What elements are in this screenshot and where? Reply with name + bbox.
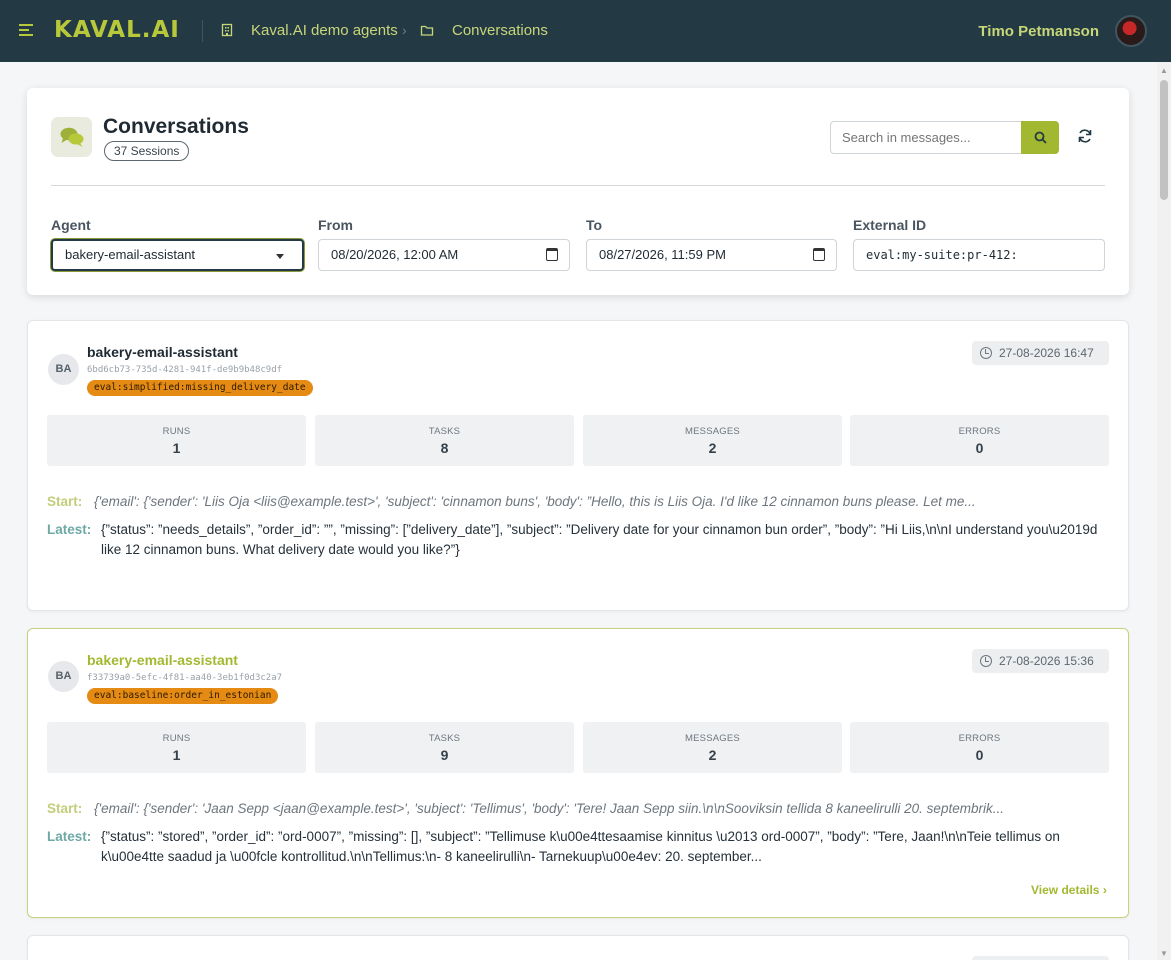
stat-label: TASKS xyxy=(428,426,461,437)
stat-value: 0 xyxy=(975,747,984,763)
stat-label: ERRORS xyxy=(958,733,1001,744)
stat-runs: RUNS 1 xyxy=(47,415,306,466)
from-label: From xyxy=(318,217,353,233)
session-card[interactable] xyxy=(27,935,1129,960)
header-divider xyxy=(51,185,1105,186)
timestamp-text: 27-08-2026 15:36 xyxy=(999,654,1094,668)
brand-logo[interactable]: KAVAL.AI xyxy=(54,17,180,43)
start-message: {'email': {'sender': 'Jaan Sepp <jaan@ex… xyxy=(94,801,1004,816)
stat-value: 9 xyxy=(440,747,449,763)
menu-icon[interactable] xyxy=(19,24,33,38)
to-date-input[interactable]: 08/27/2026, 11:59 PM xyxy=(586,239,837,271)
stat-tasks: TASKS 8 xyxy=(315,415,574,466)
stat-messages: MESSAGES 2 xyxy=(583,722,842,773)
agent-name[interactable]: bakery-email-assistant xyxy=(87,344,238,360)
stat-tasks: TASKS 9 xyxy=(315,722,574,773)
chevron-right-icon: › xyxy=(402,22,407,38)
agent-label: Agent xyxy=(51,217,91,233)
agent-avatar: BA xyxy=(48,661,79,692)
latest-message: {”status”: ”stored”, ”order_id”: ”ord-00… xyxy=(101,829,1060,864)
scroll-down-icon[interactable]: ▼ xyxy=(1160,949,1168,958)
page-title: Conversations xyxy=(103,115,249,138)
clock-icon xyxy=(980,655,992,667)
stat-label: RUNS xyxy=(162,733,191,744)
stat-runs: RUNS 1 xyxy=(47,722,306,773)
user-name[interactable]: Timo Petmanson xyxy=(978,23,1099,40)
stat-value: 8 xyxy=(440,440,449,456)
to-date-value: 08/27/2026, 11:59 PM xyxy=(599,247,726,262)
external-id-input[interactable]: eval:my-suite:pr-412: xyxy=(853,239,1105,271)
scroll-thumb[interactable] xyxy=(1160,80,1168,200)
search-button[interactable] xyxy=(1021,121,1059,154)
stat-value: 0 xyxy=(975,440,984,456)
session-timestamp xyxy=(972,956,1109,960)
chevron-right-icon: › xyxy=(1102,883,1107,897)
stat-errors: ERRORS 0 xyxy=(850,415,1109,466)
timestamp-text: 27-08-2026 16:47 xyxy=(999,346,1094,360)
page-scrollbar[interactable]: ▲ ▼ xyxy=(1157,62,1171,960)
stat-label: ERRORS xyxy=(958,426,1001,437)
top-nav: KAVAL.AI Kaval.AI demo agents › Conversa… xyxy=(0,0,1171,62)
external-id-label: External ID xyxy=(853,217,927,233)
latest-label: Latest: xyxy=(47,829,92,844)
search-icon xyxy=(1034,131,1047,144)
start-label: Start: xyxy=(47,801,83,816)
to-label: To xyxy=(586,217,603,233)
session-card[interactable]: BA bakery-email-assistant f33739a0-5efc-… xyxy=(27,628,1129,918)
latest-message: {”status”: ”needs_details”, ”order_id”: … xyxy=(101,522,1098,557)
calendar-icon[interactable] xyxy=(546,248,558,261)
external-id-value: eval:my-suite:pr-412: xyxy=(866,248,1018,262)
conversations-icon xyxy=(51,117,92,157)
sessions-count-badge: 37 Sessions xyxy=(104,141,190,161)
stat-label: MESSAGES xyxy=(685,426,740,437)
latest-label: Latest: xyxy=(47,522,92,537)
breadcrumb-org[interactable]: Kaval.AI demo agents xyxy=(251,22,398,39)
building-icon xyxy=(221,23,233,37)
session-timestamp: 27-08-2026 15:36 xyxy=(972,649,1109,673)
session-timestamp: 27-08-2026 16:47 xyxy=(972,341,1109,365)
breadcrumb-page[interactable]: Conversations xyxy=(452,22,548,39)
view-details-link[interactable]: View details › xyxy=(1031,883,1107,897)
agent-select-value: bakery-email-assistant xyxy=(65,247,196,262)
start-message: {'email': {'sender': 'Liis Oja <liis@exa… xyxy=(94,494,976,509)
stat-value: 2 xyxy=(708,440,717,456)
start-label: Start: xyxy=(47,494,83,509)
from-date-input[interactable]: 08/20/2026, 12:00 AM xyxy=(318,239,570,271)
calendar-icon[interactable] xyxy=(813,248,825,261)
folder-icon xyxy=(420,25,434,36)
stat-value: 1 xyxy=(172,440,181,456)
view-details-label: View details xyxy=(1031,883,1100,897)
stat-value: 2 xyxy=(708,747,717,763)
external-id-tag: eval:simplified:missing_delivery_date xyxy=(87,380,313,396)
stat-label: RUNS xyxy=(162,426,191,437)
caret-down-icon xyxy=(276,254,284,259)
from-date-value: 08/20/2026, 12:00 AM xyxy=(331,247,459,262)
stat-label: MESSAGES xyxy=(685,733,740,744)
search-input[interactable] xyxy=(830,121,1022,154)
agent-avatar: BA xyxy=(48,354,79,385)
stat-messages: MESSAGES 2 xyxy=(583,415,842,466)
session-id: 6bd6cb73-735d-4281-941f-de9b9b48c9df xyxy=(87,365,283,375)
external-id-tag: eval:baseline:order_in_estonian xyxy=(87,688,279,704)
agent-select[interactable]: bakery-email-assistant xyxy=(51,239,304,271)
clock-icon xyxy=(980,347,992,359)
stat-value: 1 xyxy=(172,747,181,763)
filters-card: Conversations 37 Sessions Agent bakery-e… xyxy=(27,88,1129,295)
nav-divider xyxy=(202,20,203,42)
stat-errors: ERRORS 0 xyxy=(850,722,1109,773)
stat-label: TASKS xyxy=(428,733,461,744)
session-card[interactable]: BA bakery-email-assistant 6bd6cb73-735d-… xyxy=(27,320,1129,611)
user-avatar[interactable] xyxy=(1115,15,1147,47)
agent-name[interactable]: bakery-email-assistant xyxy=(87,652,238,668)
session-id: f33739a0-5efc-4f81-aa40-3eb1f0d3c2a7 xyxy=(87,673,283,683)
refresh-icon[interactable] xyxy=(1077,128,1093,144)
scroll-up-icon[interactable]: ▲ xyxy=(1160,66,1168,75)
